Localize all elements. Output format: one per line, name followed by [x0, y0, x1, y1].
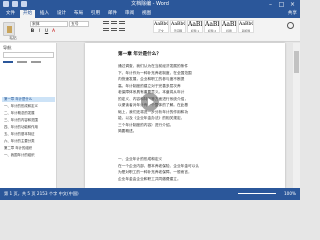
align-center-icon[interactable] — [111, 28, 117, 32]
tab-references[interactable]: 引用 — [88, 10, 103, 18]
font-color-button[interactable]: A — [51, 29, 56, 34]
nav-item[interactable]: 五、年计的基本特征 — [2, 132, 55, 137]
tab-design[interactable]: 设计 — [54, 10, 69, 18]
search-icon — [286, 22, 294, 29]
navigation-list: 第一章 年计是什么 一、年计的形成和定义 二、年计概念的发展 三、年计的内容和范… — [2, 97, 55, 160]
nav-item[interactable]: 四、年计的功能和作用 — [2, 125, 55, 130]
tab-home[interactable]: 开始 — [20, 10, 35, 18]
tab-pages[interactable] — [17, 61, 27, 63]
text-line: 简要概述。 — [118, 129, 137, 133]
paragraph: 通过调查，我们认为在当前经济发展的条件 下，年计作为一种补充养老制度，在全国范围… — [118, 63, 236, 135]
document-page[interactable]: 第一章 年计是什么？ 通过调查，我们认为在当前经济发展的条件 下，年计作为一种补… — [85, 43, 285, 188]
title-bar: 文档除编 - Word – □ × — [0, 0, 300, 9]
ribbon-tabs: 文件 开始 插入 设计 布局 引用 邮件 审阅 视图 共享 — [0, 9, 300, 18]
styles-gallery: AaBbCcDc 正文 AaBbCcDc 无间隔 AaBl 标题 1 AaBb … — [153, 20, 254, 33]
bullets-icon[interactable] — [103, 21, 109, 25]
ribbon: 粘贴 宋体 五号 B I U A AaBbCcDc 正文 AaBbCcDc 无间… — [0, 18, 300, 42]
style-heading-1[interactable]: AaBl 标题 1 — [187, 20, 203, 33]
style-subtitle[interactable]: AaBbC 副标题 — [238, 20, 254, 33]
style-name: 标题 2 — [207, 29, 217, 33]
style-preview: AaBbCcDc — [171, 22, 185, 27]
navigation-search-input[interactable] — [3, 52, 54, 58]
style-name: 正文 — [158, 29, 164, 33]
clipboard-icon — [7, 26, 12, 33]
font-size-select[interactable]: 五号 — [69, 21, 89, 27]
text-line: 企业年金由企业和职工共同缴费建立。 — [118, 176, 181, 181]
share-button[interactable]: 共享 — [288, 10, 297, 18]
scrollbar-thumb[interactable] — [294, 51, 299, 73]
style-preview: AaBb — [205, 21, 220, 28]
style-normal[interactable]: AaBbCcDc 正文 — [153, 20, 169, 33]
style-preview: AaBbCcDc — [154, 22, 168, 27]
navigation-pane: 导航 第一章 年计是什么 一、年计的形成和定义 二、年计概念的发展 三、年计的内… — [0, 43, 57, 188]
zoom-level[interactable]: 100% — [284, 188, 296, 200]
paragraph-controls — [103, 21, 125, 35]
indent-icon[interactable] — [119, 21, 125, 25]
minimize-button[interactable]: – — [265, 0, 276, 9]
find-button[interactable] — [283, 21, 297, 34]
nav-item[interactable]: 二、年计概念的发展 — [2, 111, 55, 116]
play-button[interactable] — [141, 93, 159, 111]
nav-item[interactable]: 六、年计的主要分类 — [2, 139, 55, 144]
clipboard-group: 粘贴 — [0, 20, 26, 40]
style-no-spacing[interactable]: AaBbCcDc 无间隔 — [170, 20, 186, 33]
align-left-icon[interactable] — [103, 28, 109, 32]
underline-button[interactable]: U — [44, 29, 49, 34]
navigation-tabs — [3, 61, 41, 63]
window-controls: – □ × — [265, 0, 298, 9]
justify-icon[interactable] — [119, 28, 125, 32]
tab-mailings[interactable]: 邮件 — [105, 10, 120, 18]
nav-item[interactable]: 第一章 年计是什么 — [2, 97, 55, 102]
style-title[interactable]: AaBl 标题 — [221, 20, 237, 33]
tab-file[interactable]: 文件 — [3, 10, 18, 18]
style-preview: AaBl — [222, 21, 237, 28]
style-name: 无间隔 — [173, 29, 183, 33]
tab-headings[interactable] — [3, 61, 13, 63]
paste-label: 粘贴 — [9, 36, 17, 40]
style-preview: AaBbC — [239, 22, 254, 27]
tab-view[interactable]: 视图 — [139, 10, 154, 18]
bold-button[interactable]: B — [30, 29, 35, 34]
tab-insert[interactable]: 插入 — [37, 10, 52, 18]
vertical-scrollbar[interactable] — [293, 43, 300, 188]
paragraph: 一、企业年计的形成和定义 在一个企业内部，基本养老保险、企业年金可以认 为是对职… — [118, 156, 236, 182]
format-buttons: B I U A — [30, 29, 56, 34]
style-preview: AaBl — [188, 21, 203, 28]
font-name-select[interactable]: 宋体 — [30, 21, 68, 27]
style-name: 标题 — [226, 29, 232, 33]
tab-layout[interactable]: 布局 — [71, 10, 86, 18]
nav-item[interactable]: 一、我国年计的组织 — [2, 153, 55, 158]
play-icon — [148, 98, 154, 106]
tab-review[interactable]: 审阅 — [122, 10, 137, 18]
style-heading-2[interactable]: AaBb 标题 2 — [204, 20, 220, 33]
navigation-title: 导航 — [3, 45, 12, 50]
window-title: 文档除编 - Word — [131, 1, 169, 7]
zoom-slider[interactable] — [238, 193, 276, 194]
close-button[interactable]: × — [287, 0, 298, 9]
chapter-heading: 第一章 年计是什么？ — [118, 52, 161, 57]
style-name: 标题 1 — [190, 29, 200, 33]
status-text: 第 1 页，共 5 页 2153 个字 中文(中国) — [4, 191, 79, 196]
status-bar: 第 1 页，共 5 页 2153 个字 中文(中国) 100% — [0, 188, 300, 200]
nav-item[interactable]: 一、年计的形成和定义 — [2, 104, 55, 109]
numbering-icon[interactable] — [111, 21, 117, 25]
nav-item[interactable]: 第二章 年计的组织 — [2, 146, 55, 151]
maximize-button[interactable]: □ — [276, 0, 287, 9]
paste-button[interactable] — [3, 22, 15, 36]
nav-item[interactable]: 三、年计的内容和范围 — [2, 118, 55, 123]
style-name: 副标题 — [241, 29, 251, 33]
font-controls: 宋体 五号 — [30, 21, 89, 27]
tab-results[interactable] — [31, 61, 41, 63]
italic-button[interactable]: I — [37, 29, 42, 34]
